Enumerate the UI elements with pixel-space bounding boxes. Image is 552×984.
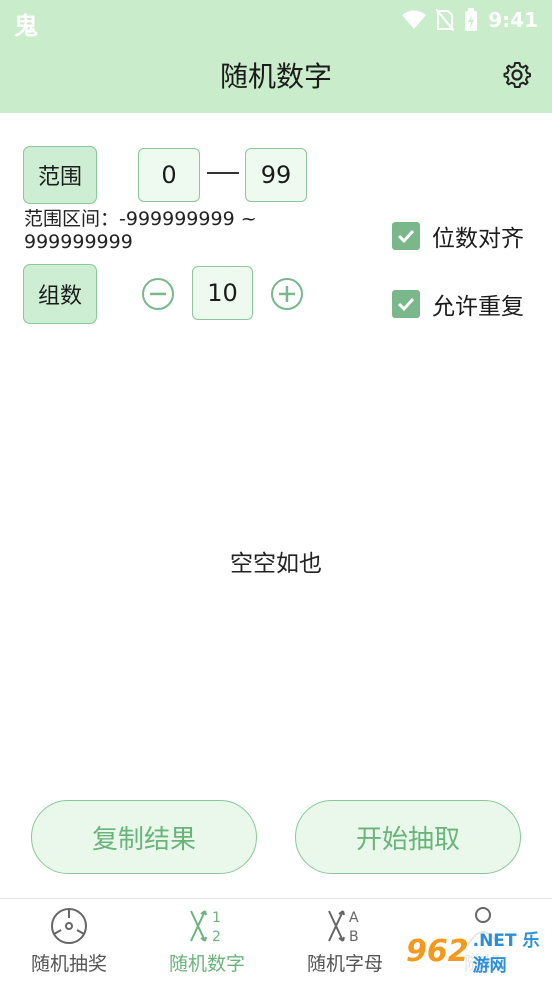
allow-repeat-option[interactable]: 允许重复 bbox=[392, 287, 524, 321]
svg-text:A: A bbox=[349, 910, 359, 926]
svg-text:1: 1 bbox=[212, 910, 221, 926]
battery-icon bbox=[465, 8, 478, 31]
svg-text:B: B bbox=[349, 929, 359, 945]
wheel-icon bbox=[51, 908, 87, 944]
plus-icon[interactable] bbox=[271, 278, 303, 310]
nav-numbers-label: 随机数字 bbox=[168, 953, 245, 975]
no-sim-icon bbox=[436, 9, 455, 31]
minus-icon[interactable] bbox=[142, 278, 174, 310]
checkbox-checked-icon[interactable] bbox=[392, 222, 420, 250]
copy-result-button[interactable]: 复制结果 bbox=[31, 800, 257, 874]
range-dash bbox=[207, 172, 239, 174]
start-draw-button[interactable]: 开始抽取 bbox=[295, 800, 521, 874]
checkbox-checked-icon[interactable] bbox=[392, 290, 420, 318]
range-button[interactable]: 范围 bbox=[23, 146, 97, 204]
group-button[interactable]: 组数 bbox=[23, 264, 97, 324]
watermark-logo: 962 .NET 乐游网 bbox=[406, 926, 546, 976]
shuffle-numbers-icon: 1 2 bbox=[190, 910, 221, 945]
page-title: 随机数字 bbox=[219, 60, 332, 93]
empty-state-text: 空空如也 bbox=[230, 551, 322, 577]
align-digits-option[interactable]: 位数对齐 bbox=[392, 219, 524, 253]
nav-lottery-label: 随机抽奖 bbox=[30, 953, 107, 975]
wifi-icon bbox=[402, 10, 427, 29]
range-max-input[interactable]: 99 bbox=[245, 148, 307, 202]
align-digits-label: 位数对齐 bbox=[432, 226, 524, 252]
watermark-number: 962 bbox=[406, 933, 469, 969]
range-hint: 范围区间：-999999999 ~ 999999999 bbox=[24, 208, 257, 253]
shuffle-letters-icon: A B bbox=[328, 910, 359, 945]
nav-letters[interactable]: A B 随机字母 bbox=[276, 905, 414, 983]
svg-text:2: 2 bbox=[212, 929, 221, 945]
status-app-glyph: 鬼 bbox=[14, 12, 38, 40]
nav-numbers[interactable]: 1 2 随机数字 bbox=[138, 905, 276, 983]
status-icons: 9:41 bbox=[402, 8, 538, 32]
status-time: 9:41 bbox=[488, 8, 538, 32]
allow-repeat-label: 允许重复 bbox=[432, 294, 524, 320]
watermark-text: .NET 乐游网 bbox=[472, 931, 540, 976]
range-min-input[interactable]: 0 bbox=[138, 148, 200, 202]
nav-lottery[interactable]: 随机抽奖 bbox=[0, 905, 138, 983]
nav-letters-label: 随机字母 bbox=[306, 953, 383, 975]
gear-icon[interactable] bbox=[502, 60, 532, 90]
group-count-input[interactable]: 10 bbox=[192, 266, 253, 320]
